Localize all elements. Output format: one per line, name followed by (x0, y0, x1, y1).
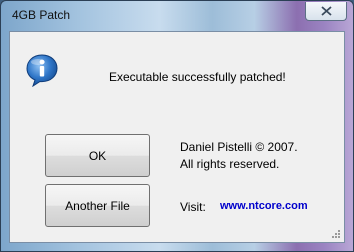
visit-label: Visit: (180, 200, 206, 214)
ok-button[interactable]: OK (45, 134, 150, 177)
copyright-line-2: All rights reserved. (180, 157, 280, 171)
title-bar[interactable]: 4GB Patch (1, 1, 353, 31)
window-title: 4GB Patch (12, 8, 71, 22)
another-file-button[interactable]: Another File (45, 184, 150, 227)
status-message: Executable successfully patched! (109, 70, 286, 84)
close-icon (321, 6, 332, 16)
website-link[interactable]: www.ntcore.com (220, 200, 308, 212)
close-button[interactable] (305, 2, 347, 21)
copyright-line-1: Daniel Pistelli © 2007. (180, 140, 298, 154)
dialog-body: Executable successfully patched! OK Anot… (9, 31, 345, 243)
copyright-notice: Daniel Pistelli © 2007. All rights reser… (180, 139, 298, 173)
info-icon (26, 54, 58, 87)
dialog-window: 4GB Patch Executable successfully patche… (0, 0, 354, 252)
resize-grip-icon[interactable] (331, 229, 341, 239)
